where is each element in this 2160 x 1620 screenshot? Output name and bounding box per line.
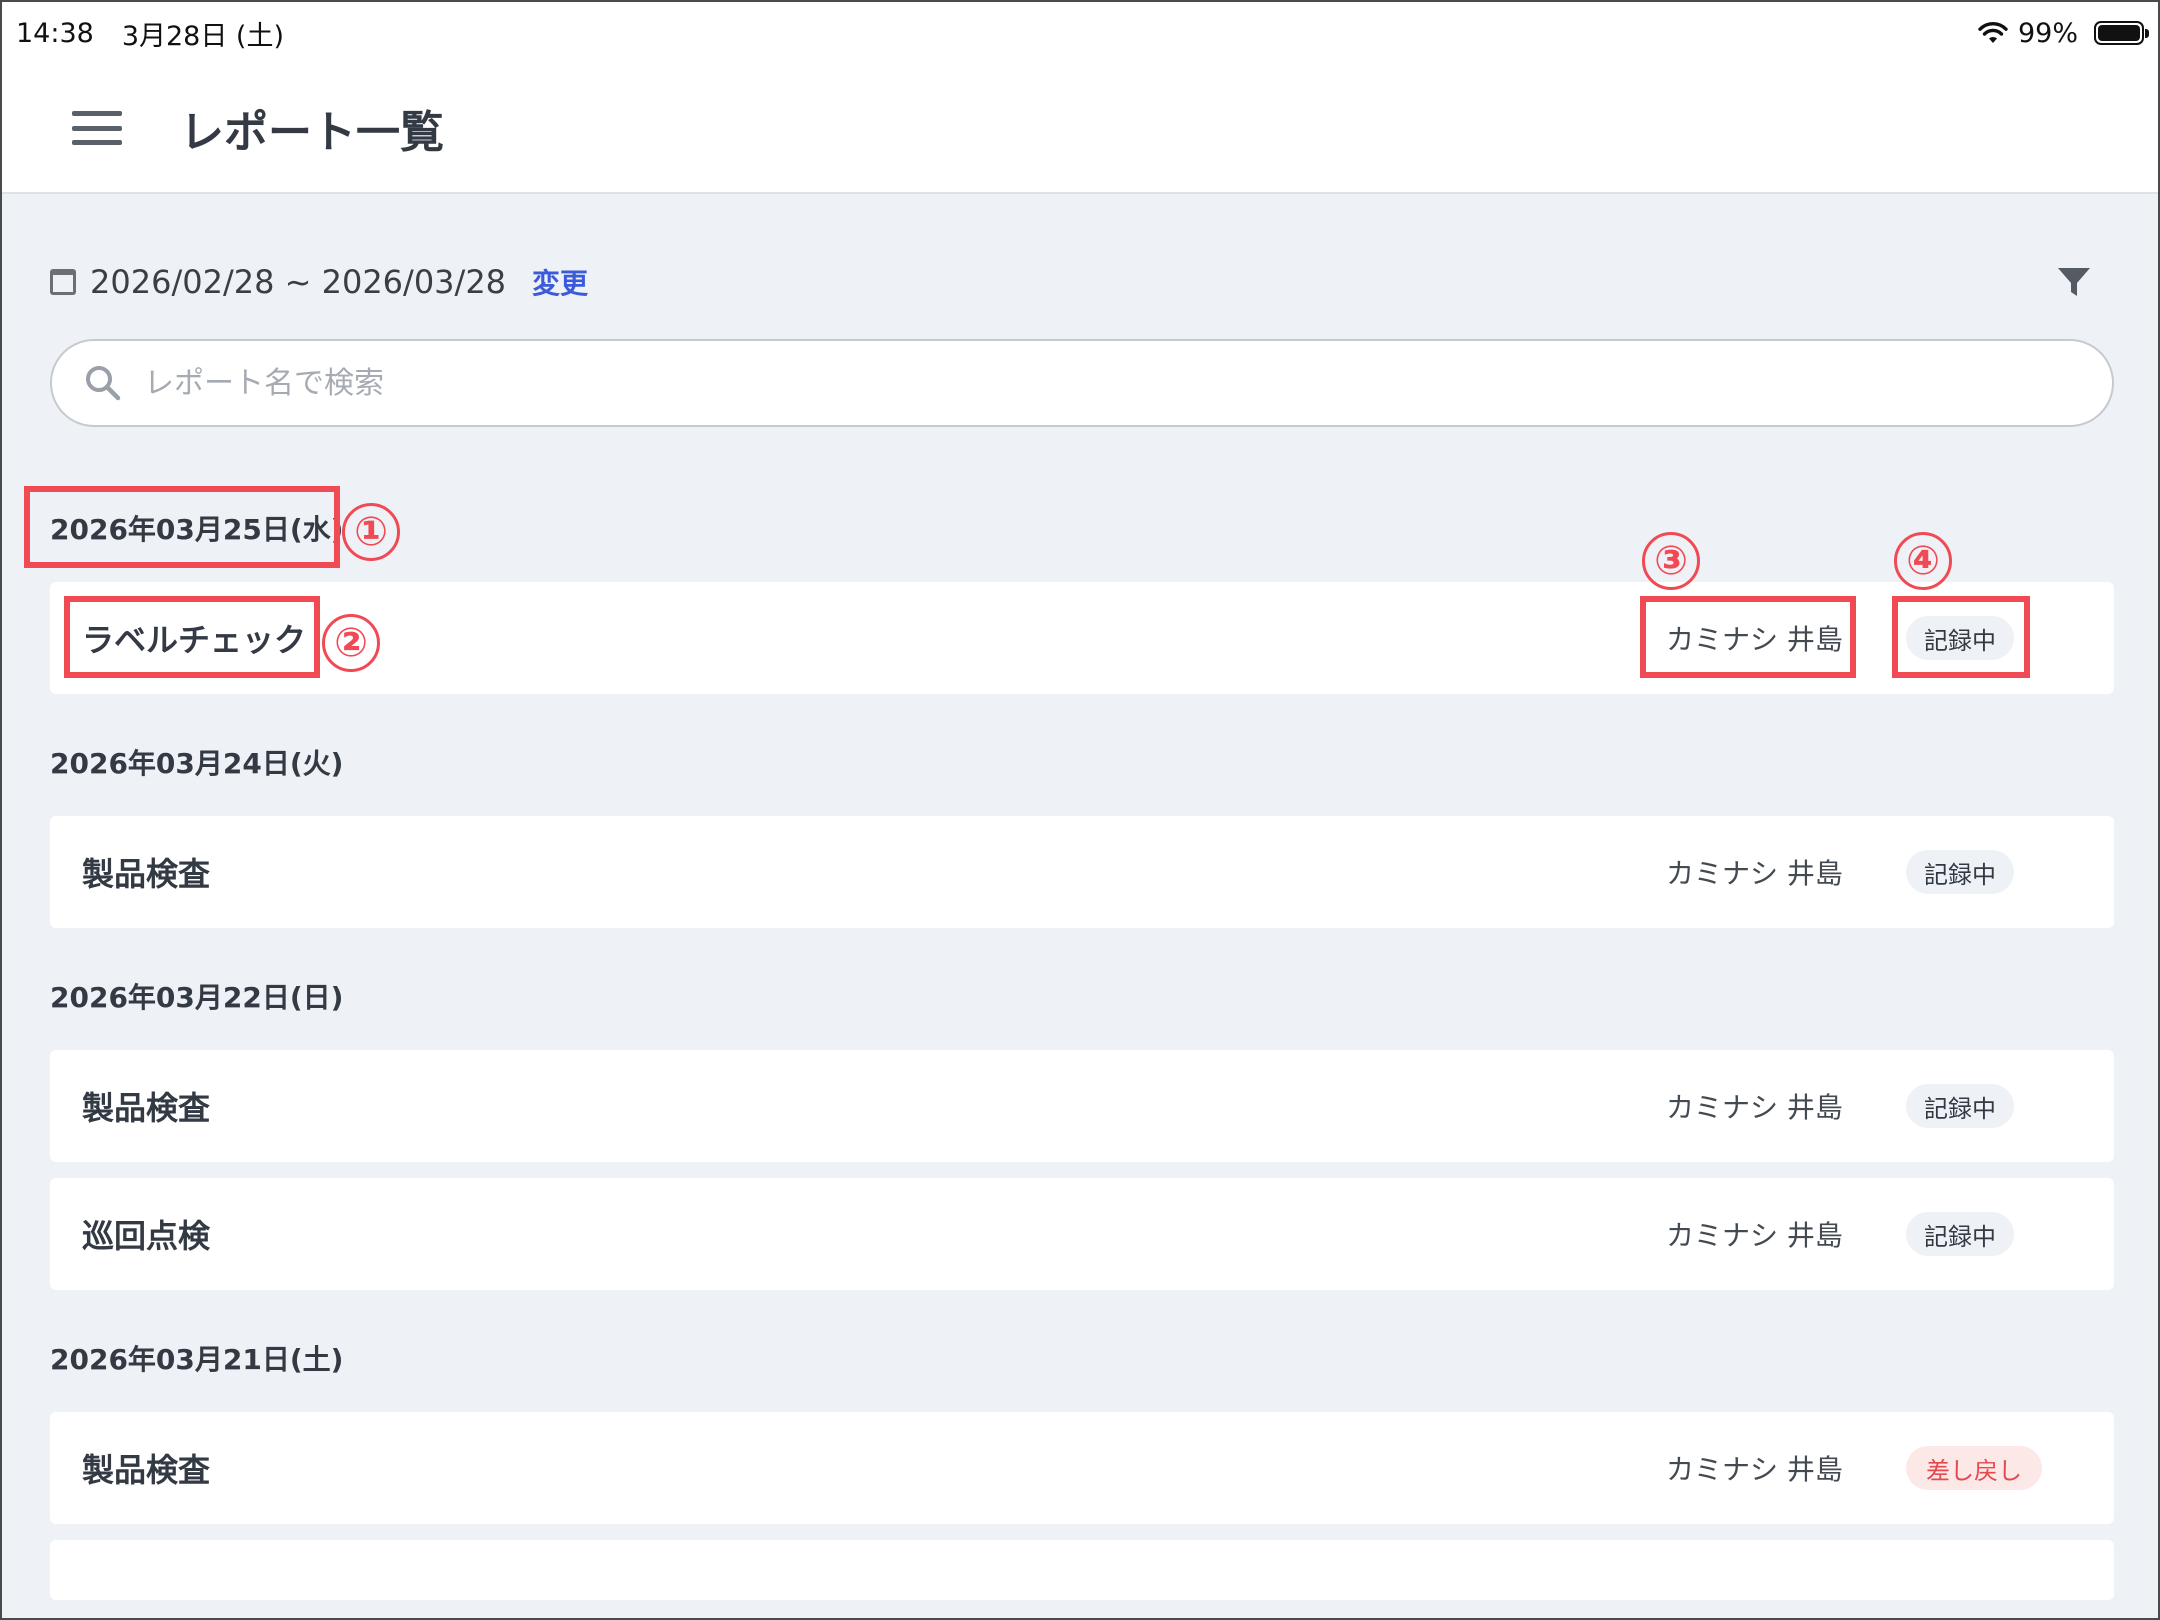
status-date: 3月28日 (土) [121,20,284,52]
report-name: 製品検査 [82,855,211,893]
annotation-number-1: ① [342,503,400,561]
status-badge: 記録中 [1906,850,2014,894]
report-name: 製品検査 [82,1089,211,1127]
page-title: レポート一覧 [180,107,444,158]
status-bar-left: 14:38 3月28日 (土) [16,14,284,53]
date-range-text: 2026/02/28 ~ 2026/03/28 [90,263,507,301]
search-icon [86,366,121,401]
report-name: 製品検査 [82,1451,211,1489]
wifi-icon [1978,22,2008,43]
report-card-partial[interactable] [50,1540,2114,1600]
search-bar[interactable] [50,339,2114,427]
report-author: カミナシ 井島 [1666,1219,1843,1252]
date-header: 2026年03月22日(日) [50,981,344,1014]
date-header: 2026年03月21日(土) [50,1343,344,1376]
report-card[interactable]: 巡回点検 カミナシ 井島 記録中 [50,1178,2114,1290]
hamburger-menu-icon[interactable] [72,111,122,145]
report-name: 巡回点検 [82,1217,211,1255]
app-frame: 14:38 3月28日 (土) 99% レポート一覧 2026/02/28 ~ … [0,0,2160,1620]
date-range-row: 2026/02/28 ~ 2026/03/28 変更 [50,260,2114,304]
filter-funnel-icon[interactable] [2056,264,2092,300]
report-author: カミナシ 井島 [1666,1091,1843,1124]
report-card[interactable]: 製品検査 カミナシ 井島 記録中 [50,816,2114,928]
change-date-link[interactable]: 変更 [532,262,588,302]
report-card[interactable]: 製品検査 カミナシ 井島 差し戻し [50,1412,2114,1524]
battery-percent: 99% [2017,17,2078,49]
annotation-box-4 [1892,596,2030,678]
date-header: 2026年03月24日(火) [50,747,344,780]
status-bar: 14:38 3月28日 (土) 99% [2,2,2158,64]
annotation-box-2 [64,596,320,678]
status-badge: 記録中 [1906,1084,2014,1128]
battery-icon [2094,21,2149,45]
report-author: カミナシ 井島 [1666,857,1843,890]
report-author: カミナシ 井島 [1666,1453,1843,1486]
status-bar-right: 99% [1978,17,2149,49]
annotation-number-4: ④ [1894,532,1952,590]
nav-bar: レポート一覧 [2,64,2158,194]
status-time: 14:38 [16,17,94,49]
annotation-number-3: ③ [1642,532,1700,590]
search-input[interactable] [144,365,2044,401]
status-badge-returned: 差し戻し [1906,1446,2042,1490]
annotation-box-3 [1640,596,1856,678]
annotation-number-2: ② [322,614,380,672]
status-badge: 記録中 [1906,1212,2014,1256]
annotation-box-1 [24,486,340,568]
report-card[interactable]: 製品検査 カミナシ 井島 記録中 [50,1050,2114,1162]
calendar-icon [50,269,76,295]
